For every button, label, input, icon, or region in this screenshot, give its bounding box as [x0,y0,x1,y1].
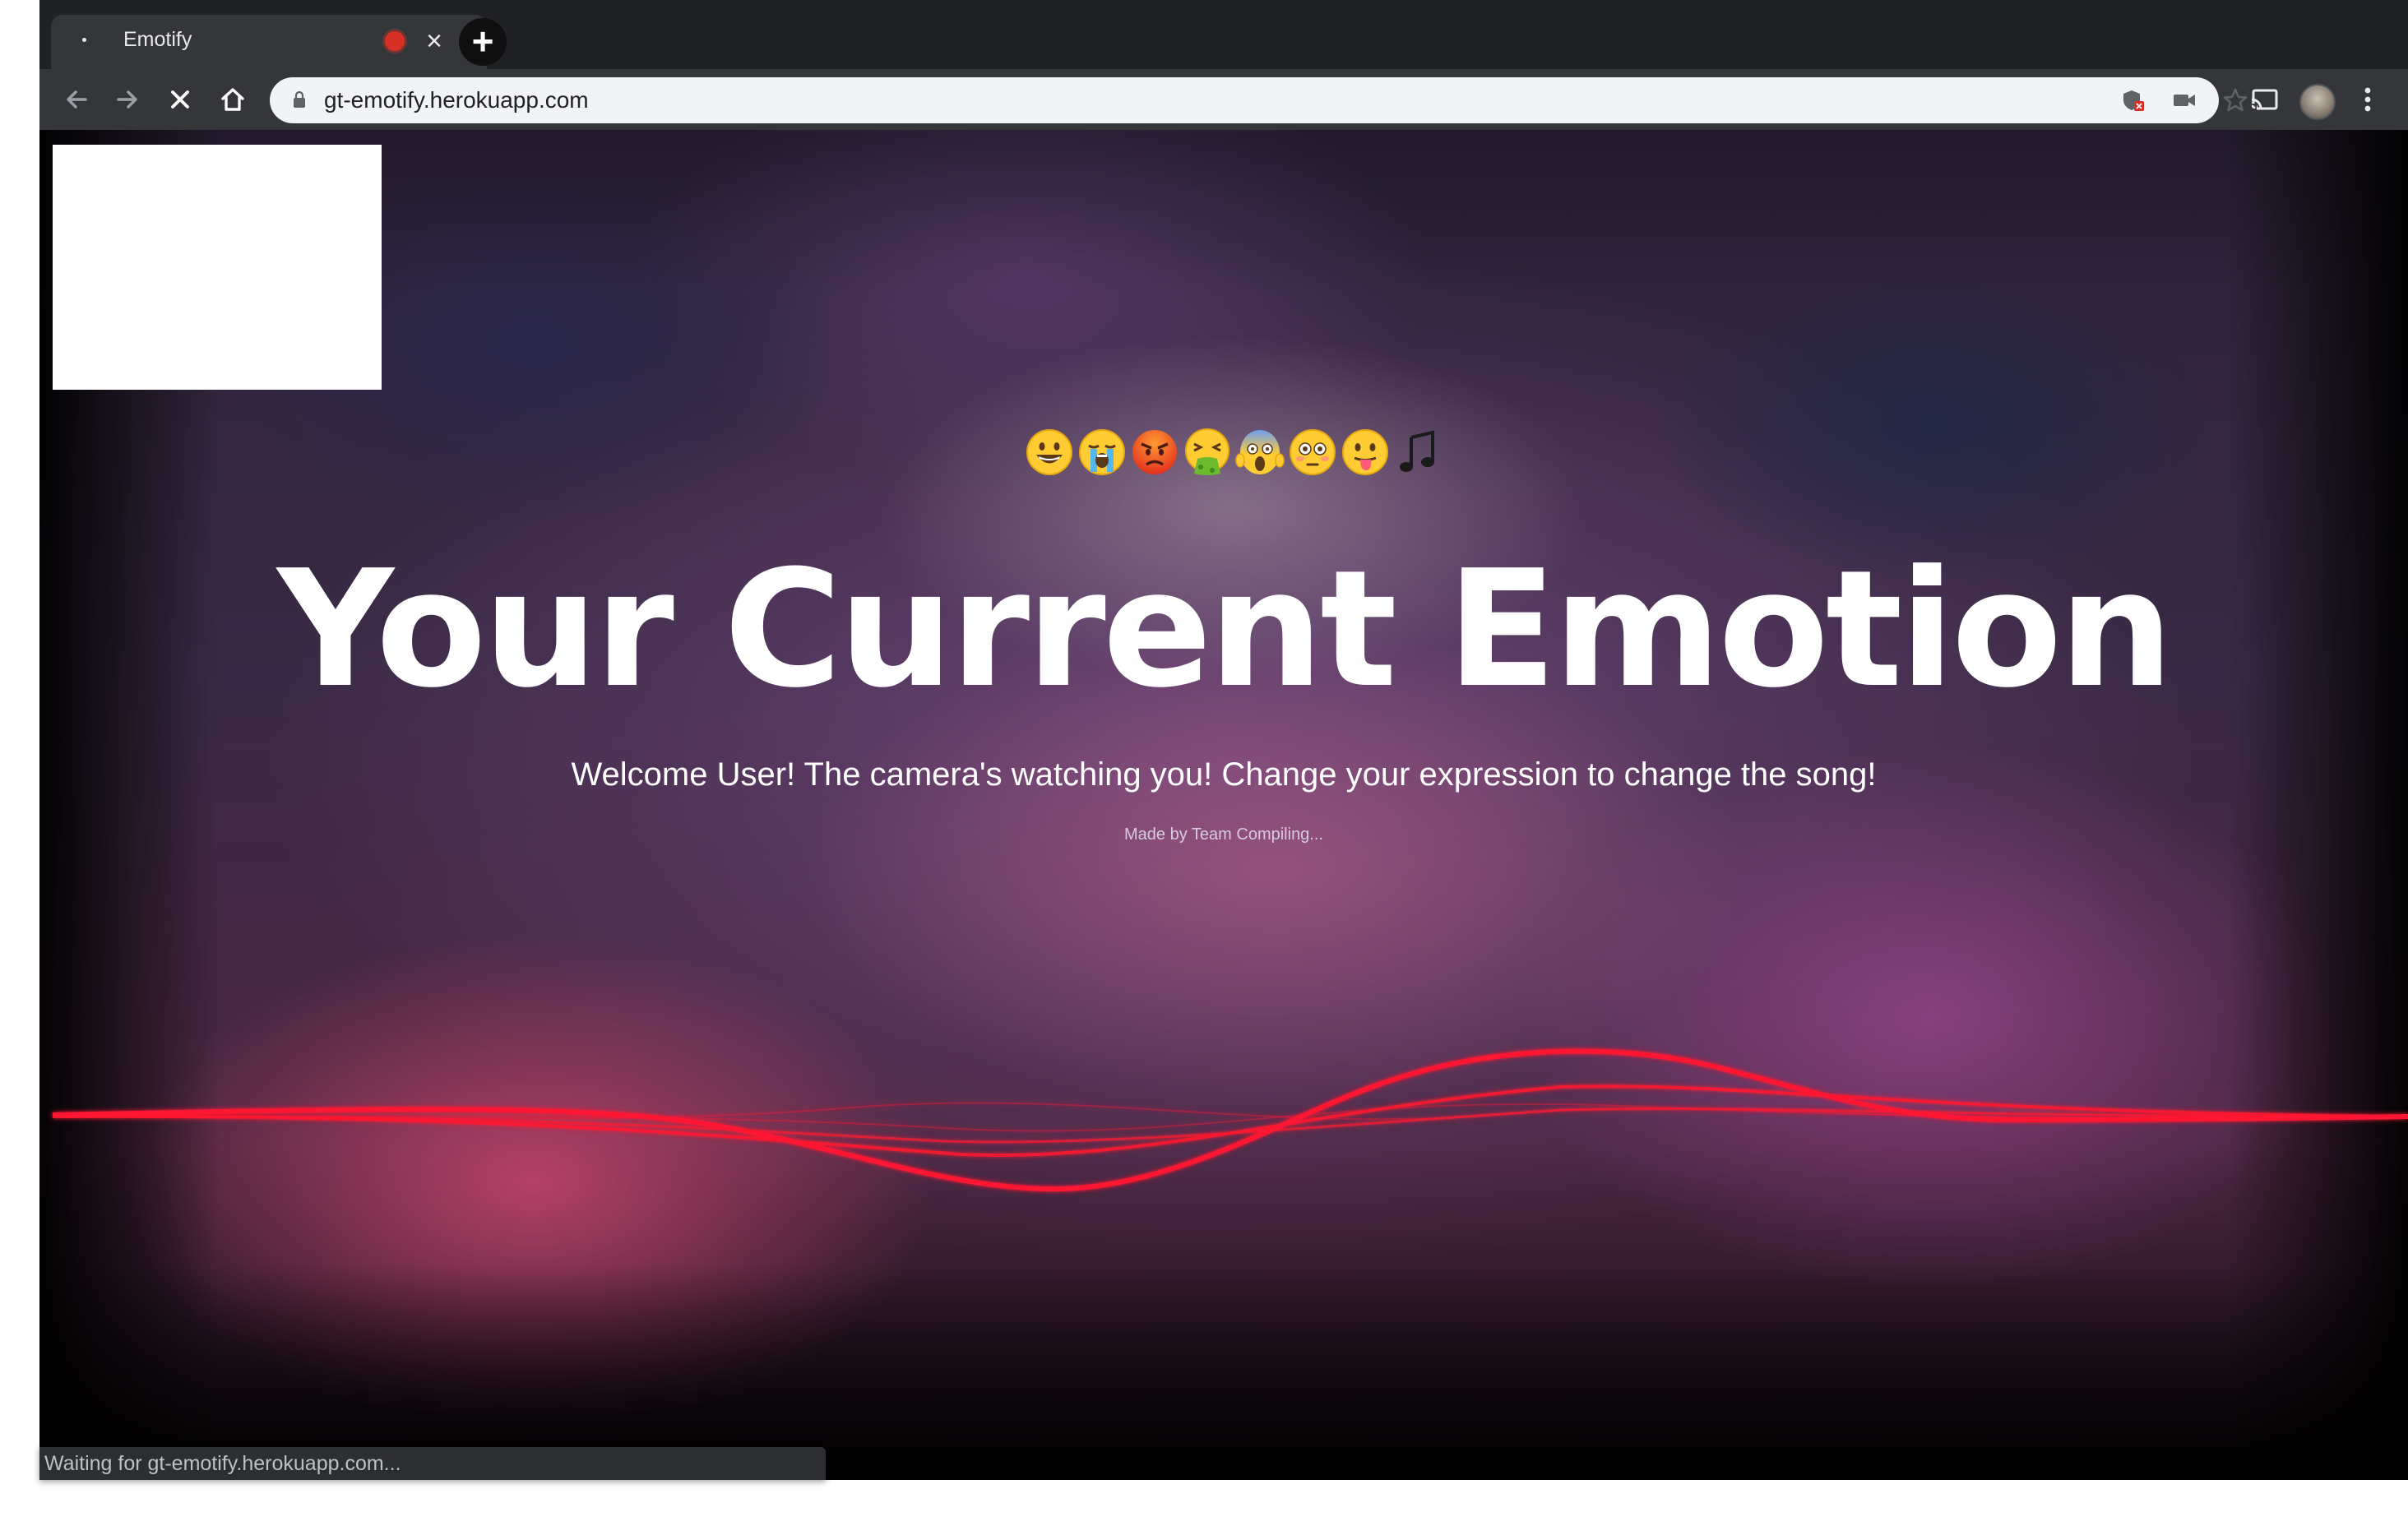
status-bubble: Waiting for gt-emotify.herokuapp.com... [39,1447,826,1480]
kebab-menu-button[interactable] [2347,79,2388,120]
cast-icon [2250,89,2278,110]
address-bar[interactable]: gt-emotify.herokuapp.com [270,77,2248,123]
tab-emotify[interactable]: Emotify × [51,15,487,69]
page-dot-icon [82,38,86,42]
browser-window: Emotify × + gt-emotify.herokuapp.com You… [39,0,2408,1480]
tab-title: Emotify [123,28,192,51]
status-text: Waiting for gt-emotify.herokuapp.com... [44,1452,401,1475]
new-tab-button[interactable]: + [459,18,507,66]
camera-in-use-icon[interactable] [2170,86,2199,115]
home-icon [221,88,244,111]
toolbar: gt-emotify.herokuapp.com [39,69,2408,130]
profile-avatar[interactable] [2299,84,2336,120]
plus-icon: + [471,20,494,62]
arrow-right-icon [117,90,137,109]
back-button[interactable] [56,79,97,120]
home-button[interactable] [212,79,253,120]
web-page: Your Current Emotion Welcome User! The c… [39,130,2408,1480]
url-text[interactable]: gt-emotify.herokuapp.com [324,87,589,113]
audio-waveform [52,1048,2408,1192]
lock-icon [294,90,305,108]
stop-loading-x-icon [171,90,189,109]
arrow-left-icon [67,90,87,109]
kebab-menu-icon [2364,87,2371,112]
screen: Emotify × + gt-emotify.herokuapp.com You… [0,0,2408,1526]
forward-button[interactable] [107,79,148,120]
close-icon[interactable]: × [418,25,451,58]
shield-blocked-icon[interactable] [2119,86,2148,115]
recording-dot-icon [385,31,405,51]
tab-strip: Emotify × + [39,0,2408,69]
cast-button[interactable] [2244,79,2285,120]
stop-loading-button[interactable] [160,79,201,120]
